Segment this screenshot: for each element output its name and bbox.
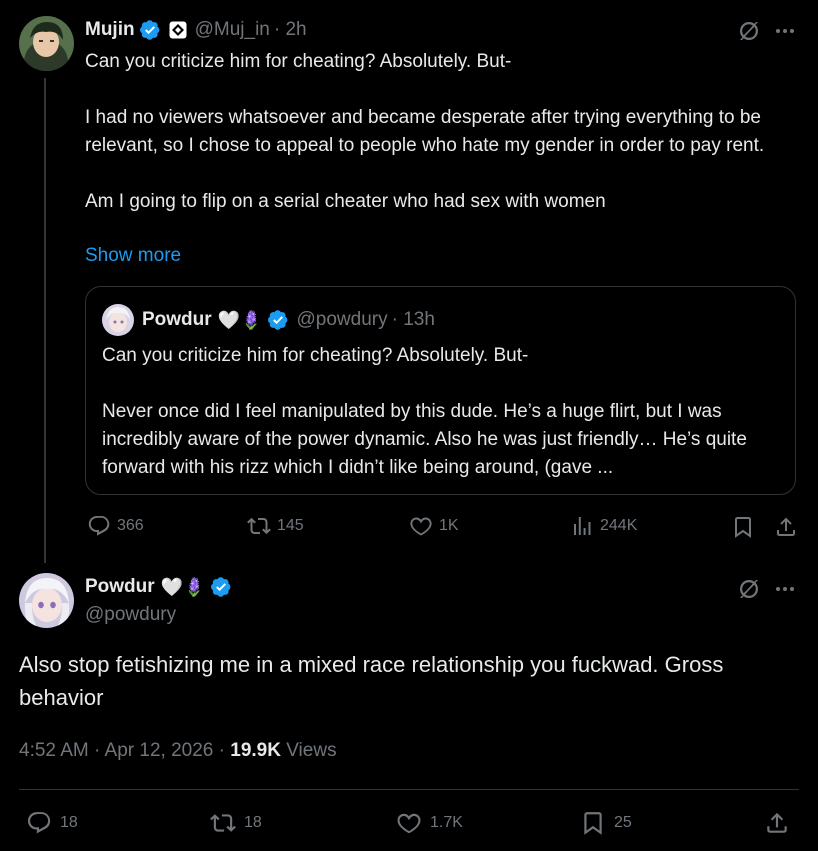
like-count: 1.7K [430, 814, 463, 831]
views-count: 244K [600, 517, 638, 534]
reply-icon [26, 810, 52, 836]
thread-line [44, 78, 46, 563]
reply-button[interactable]: 366 [87, 514, 144, 538]
repost-count: 18 [244, 814, 262, 831]
quoted-tweet[interactable]: Powdur 🤍🪻 @powdury · 13h Can you critici… [85, 286, 796, 495]
tweet-meta: 4:52 AM · Apr 12, 2026 · 19.9K Views [19, 739, 337, 763]
affiliate-badge-icon [169, 21, 187, 39]
more-icon[interactable] [773, 577, 797, 601]
views-button[interactable]: 244K [570, 514, 637, 538]
share-icon[interactable] [774, 515, 798, 539]
views-count: 19.9K [230, 740, 281, 761]
divider [19, 789, 799, 790]
views-icon [570, 514, 594, 538]
reply-count: 366 [117, 517, 144, 534]
show-more-link[interactable]: Show more [85, 242, 181, 270]
quote-text: Can you criticize him for cheating? Abso… [102, 345, 747, 478]
grok-icon[interactable] [737, 577, 761, 601]
avatar-mujin[interactable] [19, 16, 74, 71]
quote-author-name: Powdur [142, 309, 212, 330]
share-icon[interactable] [764, 810, 790, 836]
like-count: 1K [439, 517, 459, 534]
repost-button[interactable]: 145 [247, 514, 304, 538]
main-author-handle[interactable]: @powdury [85, 602, 176, 628]
reply-count: 18 [60, 814, 78, 831]
bookmark-icon[interactable] [731, 515, 755, 539]
avatar-powdur-small [102, 304, 134, 336]
quote-author-emoji: 🤍🪻 [217, 309, 263, 330]
main-like-button[interactable]: 1.7K [396, 810, 463, 836]
more-icon[interactable] [773, 19, 797, 43]
repost-icon [247, 514, 271, 538]
repost-count: 145 [277, 517, 304, 534]
repost-icon [210, 810, 236, 836]
bookmark-icon [580, 810, 606, 836]
author-handle[interactable]: @Muj_in [195, 19, 270, 41]
avatar-powdur[interactable] [19, 573, 74, 628]
main-reply-button[interactable]: 18 [26, 810, 78, 836]
verified-badge-icon [267, 309, 289, 331]
tweet-timestamp[interactable]: 4:52 AM · Apr 12, 2026 · [19, 740, 230, 761]
quote-time: · 13h [391, 309, 435, 330]
reply-icon [87, 514, 111, 538]
main-bookmark-button[interactable]: 25 [580, 810, 632, 836]
verified-badge-icon [139, 19, 161, 41]
like-icon [409, 514, 433, 538]
verified-badge-icon [210, 576, 232, 598]
author-name[interactable]: Mujin [85, 19, 135, 41]
main-repost-button[interactable]: 18 [210, 810, 262, 836]
like-button[interactable]: 1K [409, 514, 459, 538]
main-tweet-text: Also stop fetishizing me in a mixed race… [19, 652, 724, 710]
bookmark-count: 25 [614, 814, 632, 831]
like-icon [396, 810, 422, 836]
quote-author-handle: @powdury [296, 309, 388, 330]
views-label: Views [280, 740, 337, 761]
tweet-text: Can you criticize him for cheating? Abso… [85, 51, 765, 212]
grok-icon[interactable] [737, 19, 761, 43]
main-author-emoji: 🤍🪻 [160, 576, 206, 597]
tweet-time[interactable]: · 2h [274, 19, 307, 41]
main-author-name[interactable]: Powdur [85, 576, 155, 598]
